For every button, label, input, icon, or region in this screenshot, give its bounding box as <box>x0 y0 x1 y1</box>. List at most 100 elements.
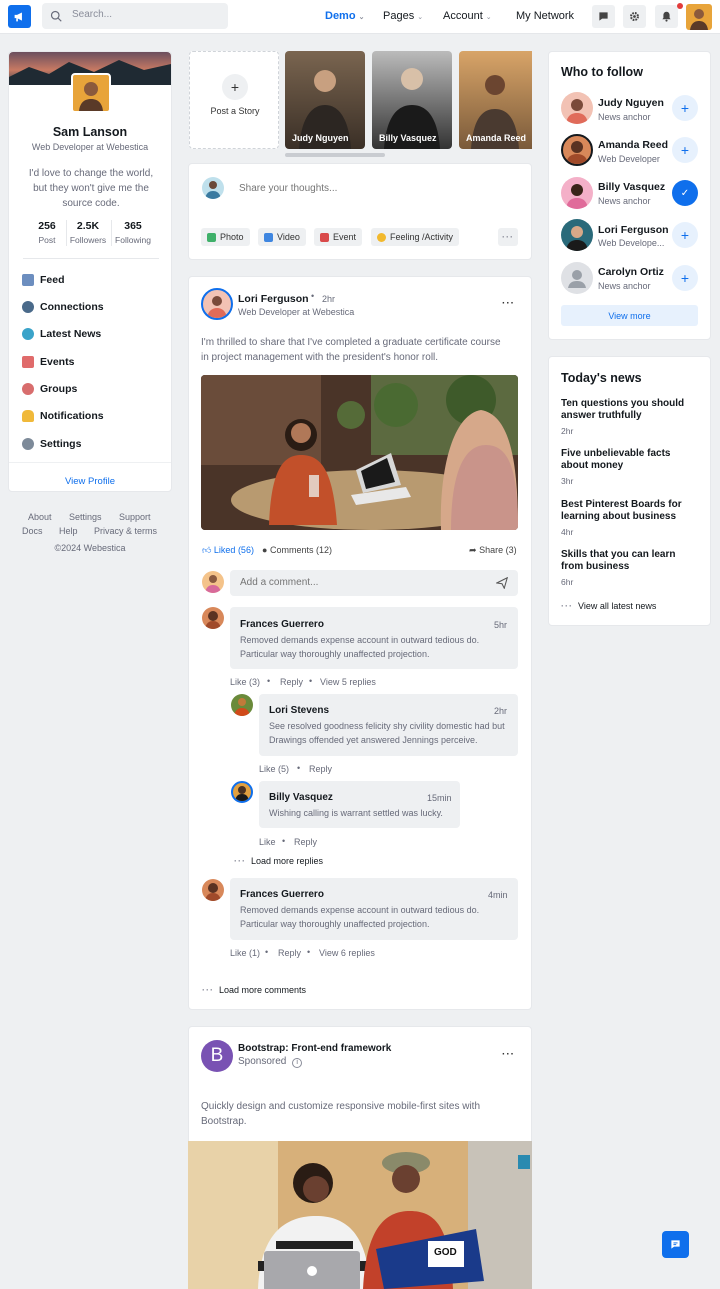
follow-button[interactable]: + <box>672 137 698 163</box>
menu-item-settings[interactable]: Settings <box>22 438 81 450</box>
video-button[interactable]: Video <box>258 228 306 246</box>
follow-button[interactable]: + <box>672 95 698 121</box>
footer-link-help[interactable]: Help <box>59 526 78 536</box>
comments-button[interactable]: ● Comments (12) <box>262 545 332 555</box>
sponsored-title[interactable]: Bootstrap: Front-end framework <box>238 1043 391 1054</box>
follow-button[interactable]: + <box>672 265 698 291</box>
view-replies[interactable]: View 5 replies <box>320 677 376 687</box>
settings-button[interactable] <box>623 5 646 28</box>
news-headline[interactable]: Five unbelievable facts about money <box>561 448 696 472</box>
post-menu-icon[interactable]: ··· <box>502 298 515 309</box>
comment-like[interactable]: Like (5) <box>259 764 289 774</box>
follow-name[interactable]: Judy Nguyen <box>598 97 664 109</box>
logo[interactable] <box>8 5 31 28</box>
footer-link-about[interactable]: About <box>28 512 52 522</box>
menu-item-groups[interactable]: Groups <box>22 383 77 395</box>
share-button[interactable]: ➦ Share (3) <box>469 545 517 556</box>
nav-pages[interactable]: Pages ⌄ <box>383 10 423 22</box>
comment-reply[interactable]: Reply <box>294 837 317 847</box>
search-input[interactable] <box>72 9 222 20</box>
post-image[interactable] <box>201 375 518 530</box>
following-button[interactable]: ✓ <box>672 180 698 206</box>
comment-reply[interactable]: Reply <box>280 677 303 687</box>
nav-my-network[interactable]: My Network <box>516 10 574 22</box>
load-more-comments[interactable]: ··· Load more comments <box>202 985 306 995</box>
user-avatar[interactable] <box>686 4 712 30</box>
view-profile-link[interactable]: View Profile <box>9 476 171 487</box>
sponsored-image[interactable]: GOD <box>188 1141 532 1289</box>
info-icon[interactable]: i <box>292 1058 303 1068</box>
emoji-icon <box>377 232 386 242</box>
comment-avatar[interactable] <box>231 694 253 716</box>
comment-input[interactable] <box>240 577 480 588</box>
follow-avatar[interactable] <box>561 92 593 124</box>
comment-reply[interactable]: Reply <box>278 948 301 958</box>
story-card[interactable]: Judy Nguyen <box>285 51 365 149</box>
follow-name[interactable]: Carolyn Ortiz <box>598 266 664 278</box>
comment-like[interactable]: Like (1) <box>230 948 260 958</box>
messages-button[interactable] <box>592 5 615 28</box>
photo-button[interactable]: Photo <box>201 228 250 246</box>
comment-like[interactable]: Like (3) <box>230 677 260 687</box>
comment-avatar[interactable] <box>202 879 224 901</box>
comment-author[interactable]: Frances Guerrero <box>240 619 324 630</box>
nav-account[interactable]: Account ⌄ <box>443 10 492 22</box>
feeling-button[interactable]: Feeling /Activity <box>371 228 460 246</box>
menu-item-feed[interactable]: Feed <box>22 274 65 286</box>
footer-link-settings[interactable]: Settings <box>69 512 102 522</box>
news-headline[interactable]: Best Pinterest Boards for learning about… <box>561 499 696 523</box>
follow-avatar[interactable] <box>561 134 593 166</box>
top-navbar: Demo⌄ Pages⌄ Account⌄ My Network <box>0 0 720 34</box>
post-author-name[interactable]: Lori Ferguson <box>238 293 309 305</box>
nav-demo[interactable]: Demo ⌄ <box>325 10 364 22</box>
follow-name[interactable]: Amanda Reed <box>598 139 668 151</box>
footer-link-privacy[interactable]: Privacy & terms <box>94 526 157 536</box>
menu-item-notifications[interactable]: Notifications <box>22 410 104 422</box>
news-headline[interactable]: Ten questions you should answer truthful… <box>561 398 696 422</box>
profile-avatar[interactable] <box>71 73 111 113</box>
menu-item-events[interactable]: Events <box>22 356 74 368</box>
chat-icon <box>599 12 608 21</box>
news-headline[interactable]: Skills that you can learn from business <box>561 549 696 573</box>
post-story-card[interactable]: + Post a Story <box>189 51 279 149</box>
footer-link-support[interactable]: Support <box>119 512 151 522</box>
view-all-news-link[interactable]: ··· View all latest news <box>561 601 656 611</box>
video-icon <box>264 232 273 242</box>
comment-avatar[interactable] <box>202 607 224 629</box>
footer-link-docs[interactable]: Docs <box>22 526 43 536</box>
like-button[interactable]: 👍︎ Liked (56) <box>202 545 254 556</box>
comment-bubble <box>259 781 460 828</box>
follow-name[interactable]: Lori Ferguson <box>598 224 669 236</box>
view-more-button[interactable]: View more <box>561 305 698 326</box>
comment-text: Removed demands expense account in outwa… <box>240 635 480 659</box>
stories-scrollbar[interactable] <box>285 153 385 157</box>
notifications-button[interactable] <box>655 3 683 28</box>
menu-item-latest-news[interactable]: Latest News <box>22 328 101 340</box>
follow-avatar[interactable] <box>561 177 593 209</box>
comment-author[interactable]: Frances Guerrero <box>240 889 324 900</box>
load-more-replies[interactable]: ··· Load more replies <box>234 856 323 866</box>
composer-input[interactable] <box>239 183 519 194</box>
more-actions-button[interactable]: ··· <box>498 228 518 246</box>
follow-avatar[interactable] <box>561 219 593 251</box>
follow-name[interactable]: Billy Vasquez <box>598 181 665 193</box>
event-button[interactable]: Event <box>314 228 363 246</box>
sponsored-menu-icon[interactable]: ··· <box>502 1049 515 1060</box>
story-card[interactable]: Billy Vasquez <box>372 51 452 149</box>
menu-item-connections[interactable]: Connections <box>22 301 104 313</box>
comment-author[interactable]: Billy Vasquez <box>269 792 333 803</box>
post-author-avatar[interactable] <box>201 288 233 320</box>
comment-like[interactable]: Like <box>259 837 276 847</box>
follow-avatar[interactable] <box>561 262 593 294</box>
bootstrap-logo[interactable]: B <box>201 1040 233 1072</box>
story-card[interactable]: Amanda Reed <box>459 51 532 149</box>
send-icon[interactable] <box>496 577 508 589</box>
plus-icon[interactable]: + <box>222 74 248 100</box>
view-replies[interactable]: View 6 replies <box>319 948 375 958</box>
share-icon: ➦ <box>469 545 477 555</box>
comment-author[interactable]: Lori Stevens <box>269 705 329 716</box>
follow-button[interactable]: + <box>672 222 698 248</box>
comment-avatar[interactable] <box>231 781 253 803</box>
comment-reply[interactable]: Reply <box>309 764 332 774</box>
chat-float-button[interactable] <box>662 1231 689 1258</box>
